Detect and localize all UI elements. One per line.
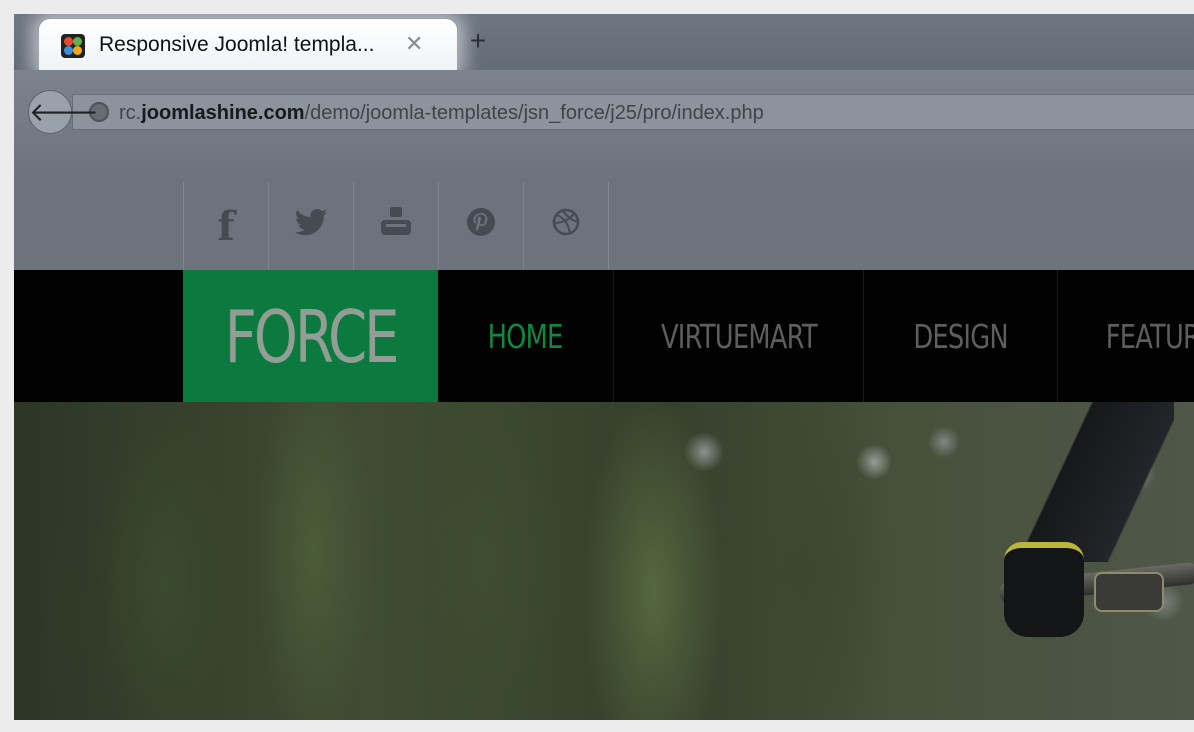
nav-item-features[interactable]: FEATURES xyxy=(1058,270,1194,402)
rider-glove xyxy=(1004,542,1084,637)
main-navbar: FORCE HOME VIRTUEMART DESIGN FEATURES xyxy=(14,270,1194,402)
close-icon[interactable]: ✕ xyxy=(405,31,423,57)
hero-image xyxy=(14,402,1194,720)
url-path: /demo/joomla-templates/jsn_force/j25/pro… xyxy=(304,102,764,124)
social-link-facebook[interactable]: f xyxy=(184,182,269,270)
social-links: f xyxy=(183,182,609,270)
browser-window: Responsive Joomla! templa... ✕ + rc.joom… xyxy=(14,14,1194,720)
social-link-youtube[interactable] xyxy=(354,182,439,270)
facebook-icon: f xyxy=(217,202,235,250)
nav-item-label: FEATURES xyxy=(1105,317,1194,356)
pinterest-icon xyxy=(465,206,497,246)
url-domain: joomlashine.com xyxy=(141,102,305,124)
tab-title: Responsive Joomla! templa... xyxy=(99,33,375,56)
nav-item-design[interactable]: DESIGN xyxy=(864,270,1058,402)
social-link-pinterest[interactable] xyxy=(439,182,524,270)
address-bar[interactable]: rc.joomlashine.com/demo/joomla-templates… xyxy=(72,94,1194,130)
nav-item-label: HOME xyxy=(488,317,564,356)
back-button[interactable]: 🡐 xyxy=(28,90,99,134)
rider-arm xyxy=(1024,402,1174,562)
site-logo[interactable]: FORCE xyxy=(183,270,438,402)
logo-text: FORCE xyxy=(224,295,400,379)
url-prefix: rc. xyxy=(119,102,142,124)
site-top-bar: f xyxy=(14,182,1194,270)
twitter-icon xyxy=(294,208,328,244)
browser-tab[interactable]: Responsive Joomla! templa... ✕ xyxy=(38,18,458,72)
brake-lever xyxy=(1094,572,1164,612)
social-link-dribbble[interactable] xyxy=(524,182,609,270)
back-arrow-icon: 🡐 xyxy=(29,97,99,127)
joomla-logo-icon xyxy=(61,34,85,58)
tab-strip: Responsive Joomla! templa... ✕ + xyxy=(14,14,1194,72)
url-text: rc.joomlashine.com/demo/joomla-templates… xyxy=(119,102,764,125)
youtube-icon xyxy=(380,207,412,245)
nav-item-virtuemart[interactable]: VIRTUEMART xyxy=(614,270,864,402)
nav-item-label: DESIGN xyxy=(913,317,1008,356)
nav-item-home[interactable]: HOME xyxy=(438,270,614,402)
browser-toolbar: rc.joomlashine.com/demo/joomla-templates… xyxy=(14,70,1194,182)
nav-item-label: VIRTUEMART xyxy=(660,317,818,356)
dribbble-icon xyxy=(552,208,580,244)
social-link-twitter[interactable] xyxy=(269,182,354,270)
new-tab-button[interactable]: + xyxy=(458,24,498,58)
